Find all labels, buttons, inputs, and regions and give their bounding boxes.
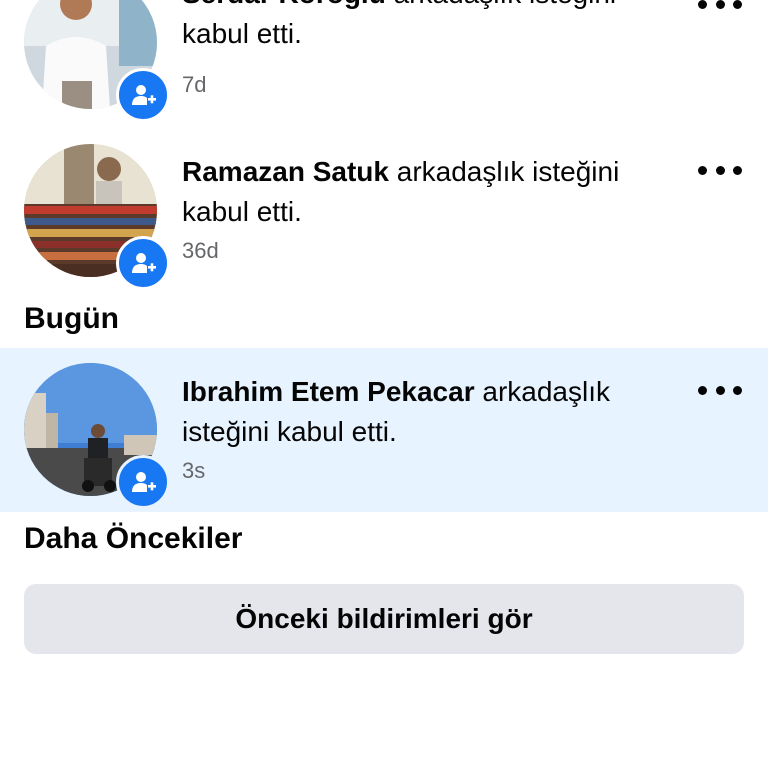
add-friend-icon bbox=[132, 472, 156, 492]
add-friend-icon bbox=[132, 253, 156, 273]
notification-item[interactable]: Serdar Koroglu arkadaşlık isteğini kabul… bbox=[0, 0, 768, 144]
add-friend-badge bbox=[116, 68, 170, 122]
notification-time: 3s bbox=[182, 458, 206, 483]
add-friend-icon bbox=[132, 85, 156, 105]
see-previous-notifications-button[interactable]: Önceki bildirimleri gör bbox=[24, 584, 744, 654]
more-dot bbox=[733, 165, 742, 175]
more-options-button[interactable] bbox=[698, 380, 742, 400]
notification-item-unread[interactable]: Ibrahim Etem Pekacar arkadaşlık isteğini… bbox=[0, 348, 768, 512]
notification-name: Ibrahim Etem Pekacar bbox=[182, 376, 475, 407]
more-dot bbox=[715, 165, 725, 175]
avatar[interactable] bbox=[24, 363, 170, 509]
add-friend-badge bbox=[116, 236, 170, 290]
notification-name: Ramazan Satuk bbox=[182, 156, 389, 187]
notification-text: Ramazan Satuk arkadaşlık isteğini kabul … bbox=[182, 152, 662, 232]
section-title-today: Bugün bbox=[24, 302, 119, 335]
more-dots-icon bbox=[698, 0, 707, 9]
notifications-page: Serdar Koroglu arkadaşlık isteğini kabul… bbox=[0, 0, 768, 768]
notification-time: 36d bbox=[182, 238, 219, 263]
more-dots-icon bbox=[698, 385, 707, 395]
more-dots-icon bbox=[698, 165, 707, 175]
avatar[interactable] bbox=[24, 0, 170, 122]
more-dot bbox=[733, 385, 742, 395]
avatar[interactable] bbox=[24, 144, 170, 290]
more-dot bbox=[715, 0, 725, 9]
more-options-button[interactable] bbox=[698, 0, 742, 14]
notification-time: 7d bbox=[182, 72, 207, 97]
notification-item[interactable]: Ramazan Satuk arkadaşlık isteğini kabul … bbox=[0, 144, 768, 292]
add-friend-badge bbox=[116, 455, 170, 509]
notification-name: Serdar Koroglu bbox=[182, 0, 386, 9]
more-dot bbox=[715, 385, 725, 395]
more-options-button[interactable] bbox=[698, 160, 742, 180]
notification-text: Serdar Koroglu arkadaşlık isteğini kabul… bbox=[182, 0, 662, 54]
more-dot bbox=[733, 0, 742, 9]
notification-text: Ibrahim Etem Pekacar arkadaşlık isteğini… bbox=[182, 372, 662, 452]
section-title-earlier: Daha Öncekiler bbox=[24, 522, 243, 555]
